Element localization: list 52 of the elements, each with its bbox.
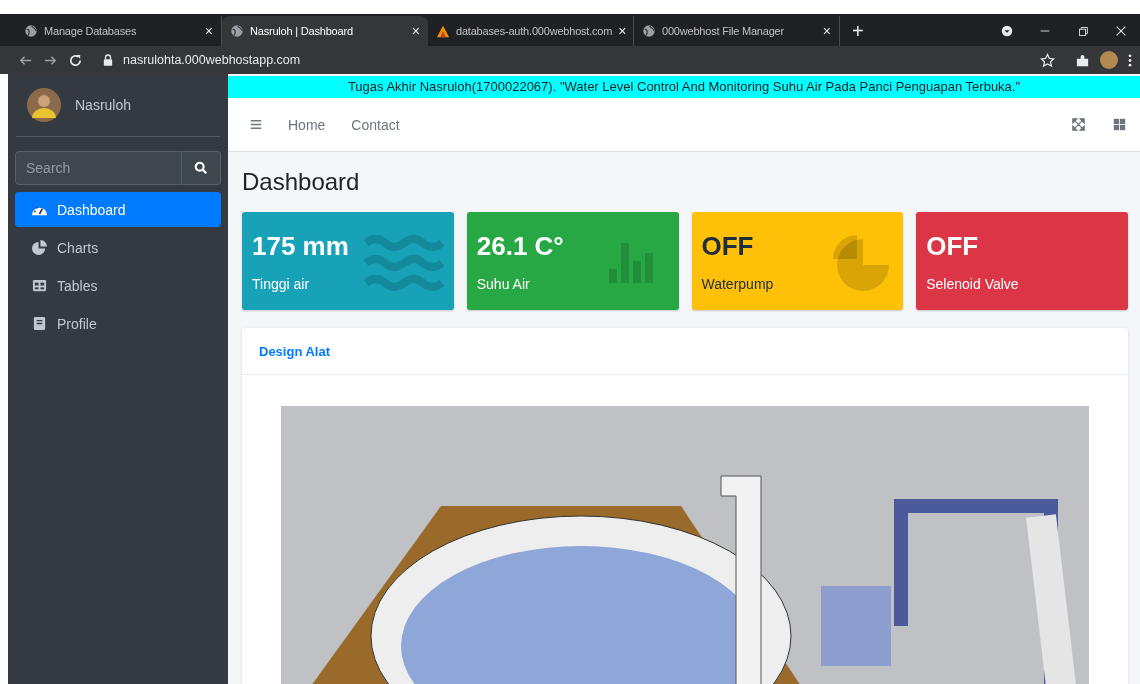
- fullscreen-icon[interactable]: [1072, 118, 1085, 131]
- close-tab-button[interactable]: ×: [618, 23, 627, 39]
- reload-icon[interactable]: [68, 52, 83, 68]
- info-box-value: 26.1 C°: [476, 230, 565, 262]
- info-box-value: OFF: [926, 230, 980, 262]
- info-box-label: Selenoid Valve: [926, 275, 1020, 292]
- menu-icon[interactable]: [1128, 52, 1132, 68]
- close-tab-button[interactable]: ×: [822, 23, 831, 39]
- user-avatar: [27, 88, 61, 122]
- menu-icon[interactable]: [250, 119, 262, 130]
- tab-search-icon[interactable]: [1000, 24, 1014, 38]
- info-box-label: Tinggi air: [252, 275, 311, 292]
- puzzle-icon[interactable]: [1075, 52, 1090, 68]
- globe-icon: [642, 24, 656, 38]
- bookmark-star-icon[interactable]: [1040, 52, 1055, 68]
- close-icon[interactable]: [1114, 24, 1128, 38]
- close-tab-button[interactable]: ×: [411, 23, 420, 39]
- nav-link[interactable]: Home: [288, 116, 326, 133]
- sidebar-nav-item[interactable]: Charts: [15, 230, 221, 265]
- tab-title: Manage Databases: [44, 25, 138, 37]
- flame-logo-icon: [436, 24, 450, 38]
- globe-icon: [230, 24, 244, 38]
- table-icon: [31, 278, 48, 293]
- grid-icon[interactable]: [1113, 118, 1126, 131]
- search-icon: [194, 161, 208, 175]
- info-box-label: Waterpump: [701, 275, 775, 292]
- tab-title: databases-auth.000webhost.com: [456, 25, 613, 37]
- book-icon: [31, 316, 48, 331]
- search-button[interactable]: [182, 151, 221, 185]
- user-name[interactable]: Nasruloh: [75, 97, 132, 113]
- info-box-value: OFF: [701, 230, 755, 262]
- pie-chart-icon: [31, 240, 48, 255]
- browser-tab[interactable]: Nasruloh | Dashboard ×: [222, 16, 428, 46]
- sidebar-nav-item[interactable]: Tables: [15, 268, 221, 303]
- sidebar-nav-item[interactable]: Profile: [15, 306, 221, 341]
- new-tab-button[interactable]: +: [852, 20, 864, 42]
- announcement-banner: Tugas Akhir Nasruloh(1700022067). "Water Level Control And Monitoring Suhu Air Pada Panci Penguapan Terbuka.": [228, 76, 1140, 98]
- search-field[interactable]: Search: [15, 151, 182, 185]
- globe-icon: [24, 24, 38, 38]
- restore-icon[interactable]: [1076, 24, 1090, 38]
- close-tab-button[interactable]: ×: [204, 23, 213, 39]
- info-box-value: 175 mm: [252, 230, 350, 262]
- tab-title: 000webhost File Manager: [662, 25, 785, 37]
- nav-link[interactable]: Contact: [351, 116, 400, 133]
- card-title: Design Alat: [259, 343, 331, 359]
- url-text: nasrulohta.000webhostapp.com: [123, 53, 302, 67]
- page-title: Dashboard: [242, 168, 361, 196]
- info-box-label: Suhu Air: [476, 275, 531, 292]
- sidebar-nav-item[interactable]: Dashboard: [15, 192, 221, 227]
- lock-icon: [103, 54, 113, 66]
- tab-title: Nasruloh | Dashboard: [250, 25, 354, 37]
- profile-avatar[interactable]: [1100, 51, 1118, 69]
